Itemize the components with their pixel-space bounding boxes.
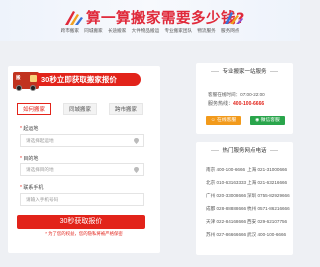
hotline-item[interactable]: 南京 400-100-6666	[206, 167, 245, 173]
hotline-title: 热门服务网点电话	[196, 146, 293, 154]
hotline-item[interactable]: 杭州 0571-86216666	[247, 206, 290, 212]
phone-placeholder: 请输入手机号码	[26, 197, 59, 202]
location-pin-icon	[134, 167, 139, 173]
nav-item[interactable]: 大件物品搬运	[132, 28, 160, 33]
service-hours: 客服在线时间：07:00-22:00	[208, 92, 265, 97]
tab-how-to-move[interactable]: 如何搬家	[17, 103, 51, 115]
tab-local-move[interactable]: 同城搬家	[63, 103, 97, 115]
privacy-note: * 为了您的权益，您的隐私将被严格保密	[45, 231, 123, 236]
nav-item[interactable]: 长途搬家	[108, 28, 126, 33]
origin-label: * 起运地	[20, 126, 39, 132]
destination-label: * 目的地	[20, 156, 39, 162]
location-pin-icon	[134, 138, 139, 144]
nav-item[interactable]: 跨市搬家	[61, 28, 79, 33]
page-title: 算一算搬家需要多少钱?	[86, 11, 245, 27]
online-service-button[interactable]: ☺ 在线客服	[206, 116, 241, 125]
destination-placeholder: 请选择目的地	[26, 167, 54, 172]
tab-intercity-move[interactable]: 跨市搬家	[109, 103, 143, 115]
hotline-item[interactable]: 西安 029-62107756	[247, 219, 287, 225]
service-title: 专业搬家一站服务	[196, 67, 293, 75]
move-type-tabs: 如何搬家 同城搬家 跨市搬家	[17, 103, 153, 115]
get-quote-button[interactable]: 30秒获取报价	[17, 215, 145, 229]
hotline-item[interactable]: 北京 010-63163333	[206, 180, 246, 186]
service-nav: 跨市搬家 同城搬家 长途搬家 大件物品搬运 专业搬家团队 物流服务 服务网点	[0, 28, 300, 34]
service-phone: 服务热线：400-100-6666	[208, 101, 265, 107]
origin-placeholder: 请选择起运地	[26, 138, 54, 143]
logo-right-icon	[225, 12, 243, 24]
wechat-icon: ◉	[255, 118, 260, 123]
quote-banner: 搬 30秒立即获取搬家报价	[13, 72, 141, 91]
phone-input[interactable]: 请输入手机号码	[20, 193, 144, 206]
page-header: 算一算搬家需要多少钱? 跨市搬家 同城搬家 长途搬家 大件物品搬运 专业搬家团队…	[0, 0, 300, 41]
hotline-item[interactable]: 武汉 400-100-6666	[247, 232, 286, 238]
nav-item[interactable]: 专业搬家团队	[164, 28, 192, 33]
banner-text: 30秒立即获取搬家报价	[37, 73, 141, 86]
destination-input[interactable]: 请选择目的地	[20, 163, 144, 176]
chat-icon: ☺	[210, 118, 216, 123]
hotline-item[interactable]: 苏州 027-86666666	[206, 232, 246, 238]
hotline-item[interactable]: 上海 021-63216666	[247, 180, 287, 186]
wechat-service-button[interactable]: ◉ 微信客服	[250, 116, 285, 125]
hotline-item[interactable]: 上海 021-31000666	[247, 167, 287, 173]
hotline-item[interactable]: 天津 022-84168666	[206, 219, 246, 225]
truck-icon: 搬	[13, 72, 39, 91]
logo-left-icon	[65, 11, 83, 25]
nav-item[interactable]: 物流服务	[197, 28, 215, 33]
hotline-item[interactable]: 深圳 0755-82929666	[247, 193, 290, 199]
phone-label: * 联系手机	[20, 185, 44, 191]
nav-item[interactable]: 服务网点	[221, 28, 239, 33]
origin-input[interactable]: 请选择起运地	[20, 134, 144, 147]
hotline-item[interactable]: 成都 028-88888666	[206, 206, 246, 212]
hotline-item[interactable]: 广州 020-33008666	[206, 193, 246, 199]
truck-badge: 搬	[16, 75, 21, 80]
nav-item[interactable]: 同城搬家	[84, 28, 102, 33]
